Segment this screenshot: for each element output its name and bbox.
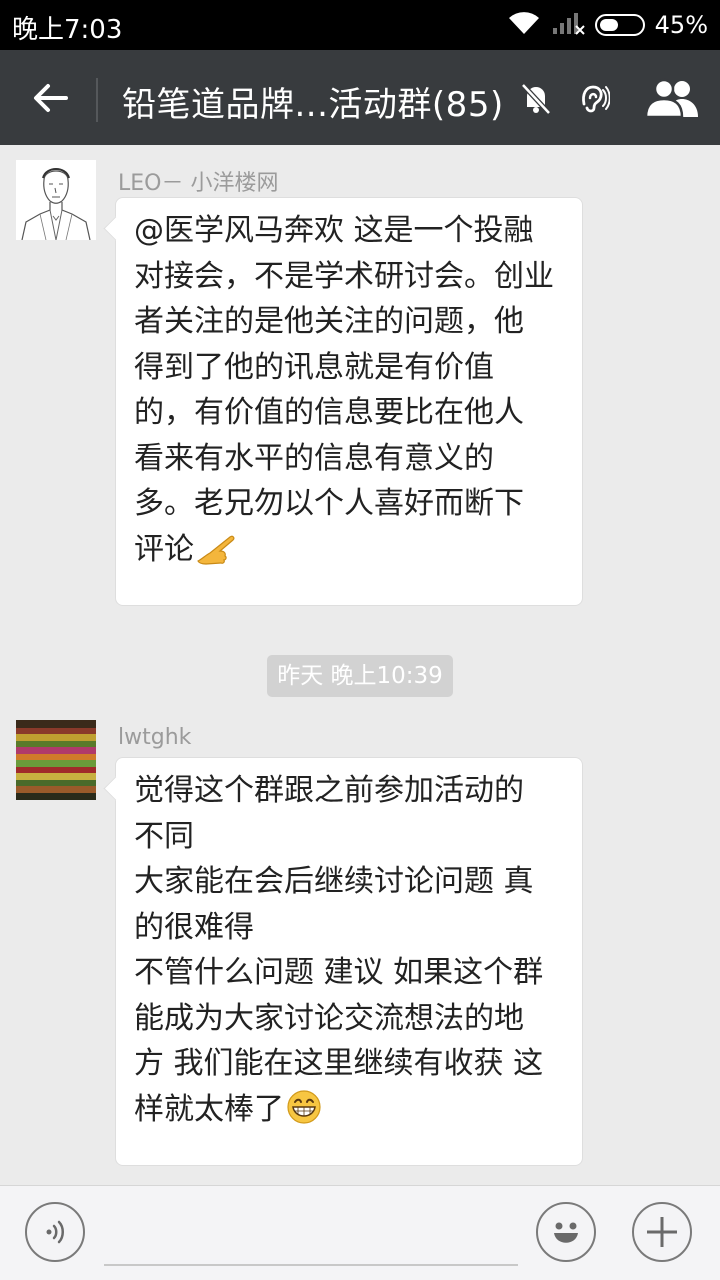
status-indicators: 45% bbox=[507, 9, 708, 41]
sender-name: LEO－ 小洋楼网 bbox=[118, 171, 279, 196]
add-button[interactable] bbox=[632, 1202, 692, 1262]
emoji-button[interactable] bbox=[536, 1202, 596, 1262]
group-members-icon bbox=[644, 78, 698, 119]
plus-icon bbox=[647, 1217, 677, 1247]
message-text: 觉得这个群跟之前参加活动的 不同 大家能在会后继续讨论问题 真 的很难得 不管什… bbox=[134, 773, 544, 1127]
message-list[interactable]: LEO－ 小洋楼网 @医学风马奔欢 这是一个投融 对接会，不是学术研讨会。创业 … bbox=[0, 145, 720, 1185]
mute-bell-icon bbox=[518, 80, 554, 120]
group-members-button[interactable] bbox=[640, 72, 704, 124]
back-button[interactable] bbox=[22, 70, 78, 126]
header-divider bbox=[96, 78, 98, 122]
sketch-portrait-avatar bbox=[16, 160, 96, 241]
sender-name: lwtghk bbox=[118, 725, 192, 750]
chat-header: 铅笔道品牌...活动群(85) bbox=[0, 50, 720, 145]
back-arrow-icon bbox=[34, 84, 68, 112]
striped-pattern-avatar bbox=[16, 720, 96, 800]
status-time: 晚上7:03 bbox=[12, 15, 123, 45]
battery-percent: 45% bbox=[654, 11, 708, 39]
status-bar: 晚上7:03 45% bbox=[0, 0, 720, 50]
grinning-face-emoji bbox=[286, 1089, 322, 1139]
message-text: @医学风马奔欢 这是一个投融 对接会，不是学术研讨会。创业 者关注的是他关注的问… bbox=[134, 213, 554, 567]
battery-level-fill bbox=[599, 19, 618, 31]
emoji-icon bbox=[554, 1222, 578, 1243]
timestamp-chip: 昨天 晚上10:39 bbox=[267, 655, 453, 697]
wifi-icon bbox=[507, 10, 541, 40]
chat-title: 铅笔道品牌...活动群(85) bbox=[122, 85, 504, 125]
voice-button[interactable] bbox=[25, 1202, 85, 1262]
battery-icon bbox=[594, 14, 645, 36]
cell-signal-icon bbox=[551, 10, 585, 40]
pointing-hand-emoji bbox=[196, 531, 236, 579]
message-bubble[interactable]: @医学风马奔欢 这是一个投融 对接会，不是学术研讨会。创业 者关注的是他关注的问… bbox=[115, 197, 583, 606]
message-input[interactable] bbox=[104, 1264, 518, 1266]
sender-avatar[interactable] bbox=[16, 720, 96, 800]
input-bar bbox=[0, 1185, 720, 1280]
voice-icon bbox=[46, 1220, 64, 1244]
sender-avatar[interactable] bbox=[16, 160, 96, 241]
earpiece-icon bbox=[574, 80, 611, 120]
message-bubble[interactable]: 觉得这个群跟之前参加活动的 不同 大家能在会后继续讨论问题 真 的很难得 不管什… bbox=[115, 757, 583, 1166]
